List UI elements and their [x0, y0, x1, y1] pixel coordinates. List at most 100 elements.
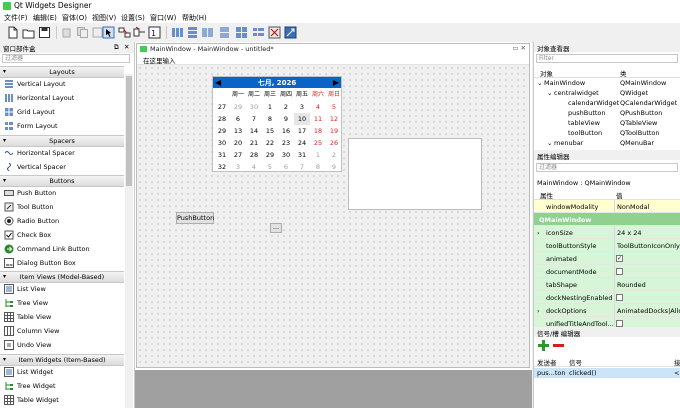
calendar-day[interactable]: 18: [310, 125, 326, 137]
edit-widgets-icon[interactable]: [102, 26, 115, 39]
calendar-day[interactable]: 26: [326, 137, 342, 149]
object-tree-row[interactable]: tableView QTableView: [534, 118, 680, 128]
widget-item-horizontal-layout[interactable]: Horizontal Layout: [0, 91, 124, 105]
widget-item-vertical-layout[interactable]: Vertical Layout: [0, 77, 124, 91]
calendar-day[interactable]: 1: [262, 101, 278, 113]
form-push-button[interactable]: PushButton: [176, 212, 214, 224]
menu-edit[interactable]: 编辑(E): [33, 13, 57, 23]
copy-icon[interactable]: [76, 26, 89, 39]
widget-item-radio-button[interactable]: Radio Button: [0, 214, 124, 228]
calendar-widget[interactable]: ◀ 七月, 2026 ▶ 周一 周二 周三 周四 周五 周六 周日 27 29 30…: [212, 76, 342, 172]
property-value[interactable]: AnimatedDocks|Allow: [617, 307, 680, 315]
calendar-day[interactable]: 4: [246, 161, 262, 173]
float-icon[interactable]: ⧉: [114, 43, 119, 52]
calendar-day[interactable]: 5: [262, 161, 278, 173]
calendar-day[interactable]: 9: [278, 113, 294, 125]
break-layout-icon[interactable]: [268, 26, 281, 39]
widget-item-tree-view[interactable]: Tree View: [0, 296, 124, 310]
property-row[interactable]: windowModality NonModal: [534, 200, 680, 213]
widget-item-grid-layout[interactable]: Grid Layout: [0, 105, 124, 119]
calendar-day[interactable]: 14: [246, 125, 262, 137]
add-connection-icon[interactable]: [538, 340, 549, 351]
property-row[interactable]: tabShape Rounded: [534, 278, 680, 291]
calendar-day[interactable]: 2: [326, 149, 342, 161]
object-filter-input[interactable]: Filter: [536, 54, 678, 63]
form-table-view[interactable]: [348, 138, 482, 210]
calendar-day[interactable]: 2: [278, 101, 294, 113]
property-row[interactable]: › dockOptions AnimatedDocks|Allow: [534, 304, 680, 317]
property-checkbox[interactable]: [616, 268, 623, 275]
calendar-day[interactable]: 10: [294, 113, 310, 125]
object-tree-row[interactable]: toolButton QToolButton: [534, 128, 680, 138]
property-row[interactable]: animated ✓: [534, 252, 680, 265]
calendar-day[interactable]: 27: [230, 149, 246, 161]
menu-window[interactable]: 窗口(W): [150, 13, 176, 23]
expand-arrow-icon[interactable]: ›: [537, 307, 540, 315]
widget-box-scrollbar[interactable]: [125, 74, 133, 408]
layout-splitter-h-icon[interactable]: [201, 26, 214, 39]
calendar-day[interactable]: 29: [230, 101, 246, 113]
widget-item-horizontal-spacer[interactable]: Horizontal Spacer: [0, 146, 124, 160]
calendar-day[interactable]: 15: [262, 125, 278, 137]
property-row[interactable]: › iconSize 24 x 24: [534, 226, 680, 239]
calendar-day[interactable]: 30: [246, 101, 262, 113]
calendar-day[interactable]: 24: [294, 137, 310, 149]
calendar-day[interactable]: 6: [230, 113, 246, 125]
close-icon[interactable]: ✕: [124, 43, 129, 51]
calendar-day[interactable]: 8: [310, 161, 326, 173]
menu-help[interactable]: 帮助(H): [182, 13, 207, 23]
property-row[interactable]: QMainWindow: [534, 213, 680, 226]
widget-item-table-view[interactable]: Table View: [0, 310, 124, 324]
calendar-day[interactable]: 6: [278, 161, 294, 173]
calendar-day[interactable]: 28: [246, 149, 262, 161]
calendar-day[interactable]: 8: [262, 113, 278, 125]
object-tree-row[interactable]: pushButton QPushButton: [534, 108, 680, 118]
calendar-day[interactable]: 7: [294, 161, 310, 173]
cut-icon[interactable]: [61, 26, 74, 39]
menu-settings[interactable]: 设置(S): [121, 13, 145, 23]
widget-item-command-link-button[interactable]: Command Link Button: [0, 242, 124, 256]
menu-form[interactable]: 窗体(O): [62, 13, 87, 23]
widget-item-push-button[interactable]: Push Button: [0, 186, 124, 200]
widget-item-list-view[interactable]: List View: [0, 282, 124, 296]
remove-connection-icon[interactable]: [553, 340, 564, 351]
layout-grid-icon[interactable]: [235, 26, 248, 39]
calendar-day[interactable]: 22: [262, 137, 278, 149]
expand-arrow-icon[interactable]: ›: [537, 229, 540, 237]
calendar-day[interactable]: 21: [246, 137, 262, 149]
widget-item-dialog-button-box[interactable]: Dialog Button Box: [0, 256, 124, 270]
expand-arrow-icon[interactable]: ⌄: [537, 79, 542, 87]
property-value[interactable]: Rounded: [617, 281, 646, 289]
calendar-day[interactable]: 1: [310, 149, 326, 161]
menu-placeholder[interactable]: 在这里输入: [143, 55, 176, 65]
calendar-day[interactable]: 4: [310, 101, 326, 113]
calendar-day[interactable]: 13: [230, 125, 246, 137]
widget-item-tool-button[interactable]: Tool Button: [0, 200, 124, 214]
widget-filter-input[interactable]: 过滤器: [2, 54, 130, 63]
calendar-day[interactable]: 11: [310, 113, 326, 125]
calendar-day[interactable]: 25: [310, 137, 326, 149]
scrollbar-thumb[interactable]: [126, 76, 132, 186]
widget-item-undo-view[interactable]: Undo View: [0, 338, 124, 352]
calendar-day[interactable]: 12: [326, 113, 342, 125]
calendar-day[interactable]: 20: [230, 137, 246, 149]
edit-buddies-icon[interactable]: [133, 26, 146, 39]
object-tree-row[interactable]: ⌄ menubar QMenuBar: [534, 138, 680, 148]
calendar-day[interactable]: 29: [262, 149, 278, 161]
calendar-day[interactable]: 30: [278, 149, 294, 161]
form-tool-button[interactable]: ...: [270, 223, 282, 233]
widget-item-vertical-spacer[interactable]: Vertical Spacer: [0, 160, 124, 174]
connection-row[interactable]: pus...ton clicked() <: [534, 368, 680, 378]
widget-item-form-layout[interactable]: Form Layout: [0, 119, 124, 133]
widget-item-check-box[interactable]: Check Box: [0, 228, 124, 242]
widget-item-list-widget[interactable]: List Widget: [0, 365, 124, 379]
property-checkbox[interactable]: [616, 294, 623, 301]
next-month-icon[interactable]: ▶: [333, 78, 339, 87]
calendar-day[interactable]: 19: [326, 125, 342, 137]
menu-file[interactable]: 文件(F): [4, 13, 28, 23]
layout-form-icon[interactable]: [252, 26, 265, 39]
form-window-controls[interactable]: ▭ ✕: [512, 44, 526, 52]
layout-vertical-icon[interactable]: [186, 26, 199, 39]
property-filter-input[interactable]: 过滤器: [536, 163, 678, 172]
calendar-day[interactable]: 5: [326, 101, 342, 113]
